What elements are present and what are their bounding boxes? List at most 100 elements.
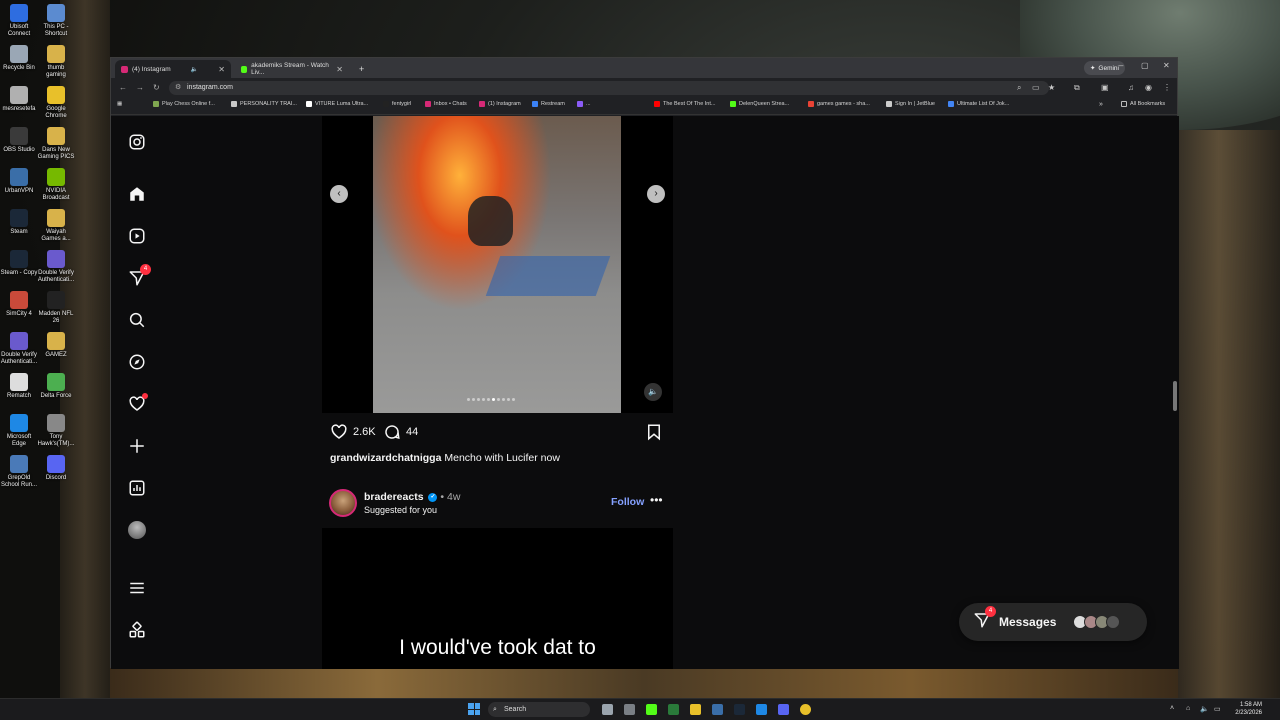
volume-icon[interactable]: 🔈 <box>1200 705 1209 713</box>
instagram-logo-icon[interactable] <box>127 132 147 152</box>
post2-avatar[interactable] <box>329 489 357 517</box>
follow-button[interactable]: Follow <box>611 496 644 508</box>
bookmark-star-icon[interactable]: ★ <box>1048 83 1055 92</box>
new-tab-button[interactable]: + <box>353 60 369 78</box>
desktop-icon[interactable]: Dans New Gaming PICS <box>37 127 75 161</box>
create-plus-icon[interactable] <box>127 436 147 456</box>
settings-icon[interactable] <box>624 704 635 715</box>
bookmark-item[interactable]: Ultimate List Of Jok... <box>948 101 1009 107</box>
tray-chevron-icon[interactable]: ˄ <box>1170 705 1174 712</box>
profile-avatar-icon[interactable] <box>127 520 147 540</box>
desktop-icon[interactable]: Steam <box>0 209 38 236</box>
desktop-icon[interactable]: Steam - Copy <box>0 250 38 277</box>
kick-app-icon[interactable] <box>646 704 657 715</box>
caption-username[interactable]: grandwizardchatnigga <box>330 452 441 464</box>
desktop-icon[interactable]: Waiyah Games a... <box>37 209 75 243</box>
reels-icon[interactable] <box>127 226 147 246</box>
search-icon[interactable] <box>127 310 147 330</box>
desktop-icon[interactable]: Delta Force <box>37 373 75 400</box>
desktop-icon[interactable]: Tony Hawk's(TM)... <box>37 414 75 448</box>
desktop-icon[interactable]: Rematch <box>0 373 38 400</box>
like-button[interactable]: 2.6K <box>330 423 376 441</box>
bookmark-item[interactable]: Inbox • Chats <box>425 101 467 107</box>
messenger-icon[interactable]: 4 <box>127 264 151 288</box>
page-scrollbar[interactable] <box>1171 116 1177 669</box>
desktop-icon[interactable]: Discord <box>37 455 75 482</box>
bookmark-item[interactable]: DelenQueen Strea... <box>730 101 789 107</box>
bookmark-item[interactable]: games games - sha... <box>808 101 870 107</box>
post-media-carousel[interactable]: ‹ › 🔈 <box>322 116 673 413</box>
discord-icon[interactable] <box>778 704 789 715</box>
audio-toggle-icon[interactable]: 🔈 <box>644 383 662 401</box>
desktop-icon[interactable]: This PC - Shortcut <box>37 4 75 38</box>
file-explorer-icon[interactable] <box>690 704 701 715</box>
carousel-prev-icon[interactable]: ‹ <box>330 185 348 203</box>
steam-icon[interactable] <box>734 704 745 715</box>
close-button[interactable]: ✕ <box>1163 61 1170 70</box>
desktop-icon[interactable]: Recycle Bin <box>0 45 38 72</box>
windows-start-icon[interactable] <box>468 703 480 715</box>
bookmark-item[interactable]: (1) Instagram <box>479 101 521 107</box>
more-menu-icon[interactable] <box>127 578 147 598</box>
desktop-icon[interactable]: Madden NFL 26 <box>37 291 75 325</box>
bookmark-item[interactable]: VITURE Luma Ultra... <box>306 101 368 107</box>
comment-button[interactable]: 44 <box>383 423 418 441</box>
bookmark-item[interactable]: Sign In | JetBlue <box>886 101 935 107</box>
bookmark-item[interactable]: fentygirl <box>383 101 411 107</box>
save-button[interactable] <box>646 423 662 441</box>
dashboard-icon[interactable] <box>127 478 147 498</box>
tab-close-icon[interactable]: ✕ <box>336 65 343 74</box>
site-info-icon[interactable]: ⚙ <box>175 81 181 95</box>
xbox-icon[interactable] <box>668 704 679 715</box>
taskbar-search[interactable]: ⌕ Search <box>488 702 590 717</box>
battery-icon[interactable]: ▭ <box>1214 705 1221 713</box>
explore-icon[interactable] <box>127 352 147 372</box>
bookmark-item[interactable]: Play Chess Online f... <box>153 101 215 107</box>
desktop-icon[interactable]: NVIDIA Broadcast <box>37 168 75 202</box>
minimize-button[interactable]: – <box>1119 61 1123 70</box>
bookmark-item[interactable]: PERSONALITY TRAI... <box>231 101 297 107</box>
task-view-icon[interactable] <box>602 704 613 715</box>
bookmark-item[interactable]: The Best Of The Int... <box>654 101 715 107</box>
url-input[interactable]: ⚙ instagram.com <box>169 81 1049 95</box>
sidepanel-icon[interactable]: ▣ <box>1101 83 1109 92</box>
apps-grid-icon[interactable]: ▦ <box>117 101 122 107</box>
extensions-icon[interactable]: ⧉ <box>1074 83 1080 93</box>
tab-akademiks[interactable]: akademiks Stream - Watch Liv... ✕ <box>235 60 349 78</box>
carousel-next-icon[interactable]: › <box>647 185 665 203</box>
edge-icon[interactable] <box>756 704 767 715</box>
forward-icon[interactable]: → <box>136 83 144 92</box>
cast-icon[interactable]: ▭ <box>1032 83 1040 92</box>
maximize-button[interactable]: ▢ <box>1141 61 1149 70</box>
desktop-icon[interactable]: GAMEZ <box>37 332 75 359</box>
desktop-icon[interactable]: Google Chrome <box>37 86 75 120</box>
scrollbar-thumb[interactable] <box>1173 381 1177 411</box>
tab-close-icon[interactable]: ✕ <box>218 65 225 74</box>
media-icon[interactable]: ♫ <box>1128 83 1134 92</box>
clock[interactable]: 1:58 AM 2/23/2026 <box>1226 701 1262 717</box>
desktop-icon[interactable]: SimCity 4 <box>0 291 38 318</box>
messages-pill[interactable]: 4 Messages <box>959 603 1147 641</box>
desktop-icon[interactable]: OBS Studio <box>0 127 38 154</box>
profile-icon[interactable]: ◉ <box>1145 83 1152 92</box>
all-bookmarks[interactable]: All Bookmarks <box>1121 101 1165 107</box>
desktop-icon[interactable]: mesresetefa <box>0 86 38 113</box>
bookmark-item[interactable]: ... <box>577 101 591 107</box>
reload-icon[interactable]: ↻ <box>153 83 160 92</box>
notifications-heart-icon[interactable] <box>127 393 148 414</box>
post-options-icon[interactable]: ••• <box>650 493 663 507</box>
desktop-icon[interactable]: Microsoft Edge <box>0 414 38 448</box>
tab-instagram[interactable]: (4) Instagram 🔈 ✕ <box>115 60 231 78</box>
chrome-icon[interactable] <box>800 704 811 715</box>
home-icon[interactable] <box>127 184 147 204</box>
desktop-icon[interactable]: GrepOld School Run... <box>0 455 38 489</box>
post-video[interactable] <box>373 116 621 413</box>
bookmark-item[interactable]: Restream <box>532 101 565 107</box>
desktop-icon[interactable]: Ubisoft Connect <box>0 4 38 38</box>
back-icon[interactable]: ← <box>119 83 127 92</box>
menu-icon[interactable]: ⋮ <box>1163 83 1171 92</box>
zoom-icon[interactable]: ⌕ <box>1017 83 1021 93</box>
app-icon[interactable] <box>712 704 723 715</box>
desktop-icon[interactable]: Double Verify Authenticati... <box>0 332 38 366</box>
also-from-meta-icon[interactable] <box>127 620 147 640</box>
